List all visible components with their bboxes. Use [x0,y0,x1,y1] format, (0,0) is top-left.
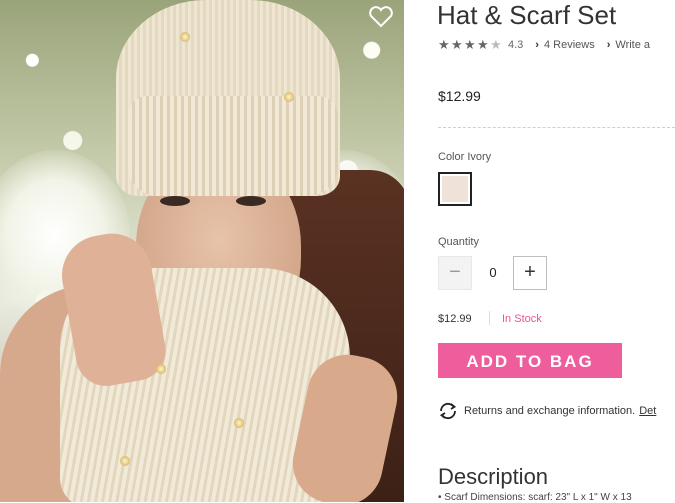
returns-text: Returns and exchange information. [464,405,636,417]
star-icon: ★ [477,37,489,52]
color-swatch-ivory[interactable] [438,172,472,206]
stud [156,364,166,374]
star-outline-icon: ★ [490,37,502,52]
beanie-band [128,96,338,196]
add-to-bag-button[interactable]: ADD TO BAG [438,343,622,378]
stud [120,456,130,466]
write-review-link[interactable]: Write a [615,39,650,51]
stud [284,92,294,102]
stud [234,418,244,428]
quantity-decrease-button[interactable]: − [438,256,472,290]
description-item: • Scarf Dimensions: scarf: 23" L x 1" W … [438,492,632,503]
product-price: $12.99 [438,88,481,104]
color-label: Color Ivory [438,151,492,163]
quantity-value[interactable]: 0 [474,256,512,290]
star-icon: ★ [464,37,476,52]
stud [180,32,190,42]
chevron-right-icon: › [606,39,611,51]
chevron-right-icon: › [535,39,539,51]
quantity-label: Quantity [438,236,479,248]
heart-icon[interactable] [368,6,394,28]
product-image [0,0,404,502]
rating-value: 4.3 [508,39,524,51]
returns-info: Returns and exchange information. Det [438,402,656,420]
model-eye-left [160,196,190,206]
description-title: Description [438,464,549,489]
selected-price: $12.99 [438,313,472,325]
quantity-increase-button[interactable]: + [513,256,547,290]
product-title: Hat & Scarf Set [437,0,617,30]
divider [438,127,675,128]
divider [489,311,490,325]
star-rating[interactable]: ★ ★ ★ ★ ★ [438,37,502,52]
stock-status: In Stock [502,313,542,325]
returns-details-link[interactable]: Det [639,405,656,417]
star-icon: ★ [451,37,463,52]
reviews-link[interactable]: 4 Reviews [544,39,595,51]
model-eye-right [236,196,266,206]
rating-row: ★ ★ ★ ★ ★ 4.3 › 4 Reviews › Write a [438,37,650,53]
refresh-icon [439,402,457,420]
star-icon: ★ [438,37,450,52]
swatch-fill [442,176,468,202]
